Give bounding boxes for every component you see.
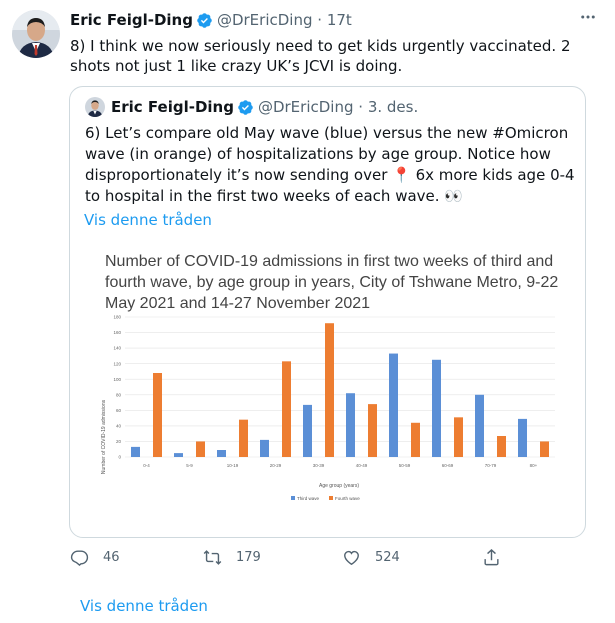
y-tick-label: 140 (113, 346, 121, 351)
thread-link[interactable]: Vis denne tråden (80, 597, 208, 615)
y-tick-label: 60 (116, 408, 122, 413)
bar-third-wave (303, 404, 312, 457)
author-handle[interactable]: @DrEricDing (217, 11, 313, 29)
bar-third-wave (389, 353, 398, 457)
like-button[interactable]: 524 (342, 548, 400, 567)
quoted-thread-link[interactable]: Vis denne tråden (84, 211, 212, 229)
x-tick-label: 5-9 (186, 463, 193, 468)
x-tick-label: 0-4 (143, 463, 150, 468)
tweet-text: 8) I think we now seriously need to get … (70, 37, 571, 75)
separator-dot: · (353, 98, 368, 116)
y-axis-label: Number of COVID-19 admissions (101, 399, 107, 474)
bar-third-wave (174, 453, 183, 457)
legend-swatch (291, 496, 295, 500)
retweet-button[interactable]: 179 (203, 548, 261, 567)
legend-label: Third wave (297, 496, 320, 501)
bar-fourth-wave (153, 373, 162, 457)
action-bar: 46 179 524 (70, 548, 510, 572)
quoted-avatar-image (85, 97, 105, 117)
tweet-header: Eric Feigl-Ding @DrEricDing · 17t (70, 10, 603, 30)
bar-third-wave (518, 418, 527, 457)
reply-icon (70, 550, 89, 566)
pin-icon: 📍 (392, 166, 411, 184)
reply-count: 46 (103, 550, 120, 565)
bar-fourth-wave (196, 441, 205, 457)
y-tick-label: 100 (113, 377, 121, 382)
y-tick-label: 160 (113, 330, 121, 335)
x-tick-label: 20-29 (270, 463, 282, 468)
quoted-author-name: Eric Feigl-Ding (111, 98, 234, 116)
x-tick-label: 70-79 (485, 463, 497, 468)
reply-button[interactable]: 46 (70, 548, 120, 567)
author-name[interactable]: Eric Feigl-Ding (70, 11, 193, 29)
more-icon (581, 15, 595, 19)
y-tick-label: 120 (113, 361, 121, 366)
x-tick-label: 80+ (530, 463, 538, 468)
quoted-tweet-header: Eric Feigl-Ding @DrEricDing · 3. des. (85, 97, 418, 117)
avatar-image (12, 10, 60, 58)
bar-fourth-wave (411, 422, 420, 457)
legend-swatch (329, 496, 333, 500)
bar-fourth-wave (497, 436, 506, 457)
avatar[interactable] (12, 10, 60, 58)
bar-fourth-wave (368, 404, 377, 457)
x-axis-label: Age group (years) (319, 483, 359, 489)
y-tick-label: 180 (113, 315, 121, 320)
x-tick-label: 40-49 (356, 463, 368, 468)
retweet-count: 179 (236, 550, 261, 565)
separator-dot: · (312, 11, 327, 29)
quoted-tweet[interactable]: Eric Feigl-Ding @DrEricDing · 3. des. 6)… (69, 86, 586, 538)
x-tick-label: 10-19 (227, 463, 239, 468)
chart-image: Number of COVID-19 admissions in first t… (85, 239, 571, 527)
quoted-avatar (85, 97, 105, 117)
bar-chart: 0 20 40 60 80 100 120 140 160 180 0-4 5-9 10-19 20-29… (101, 315, 555, 501)
bar-third-wave (432, 359, 441, 457)
heart-icon (344, 550, 359, 566)
y-tick-label: 0 (118, 455, 121, 460)
bar-fourth-wave (540, 441, 549, 457)
x-tick-label: 60-69 (442, 463, 454, 468)
bar-fourth-wave (239, 419, 248, 457)
retweet-icon (203, 550, 222, 565)
tweet-time[interactable]: 17t (327, 11, 352, 29)
y-tick-label: 20 (116, 439, 122, 444)
like-count: 524 (375, 550, 400, 565)
bar-fourth-wave (282, 361, 291, 457)
bar-third-wave (475, 394, 484, 457)
x-tick-label: 30-39 (313, 463, 325, 468)
verified-badge-icon (197, 12, 212, 28)
share-icon (484, 549, 499, 566)
bar-third-wave (260, 439, 269, 457)
bar-fourth-wave (454, 417, 463, 457)
verified-badge-icon (238, 99, 253, 115)
bar-third-wave (346, 393, 355, 457)
bar-fourth-wave (325, 323, 334, 457)
legend-label: Fourth wave (335, 496, 360, 501)
more-options-button[interactable] (579, 8, 597, 31)
quoted-tweet-date: 3. des. (367, 98, 419, 116)
quoted-tweet-text: 6) Let’s compare old May wave (blue) ver… (85, 123, 575, 207)
quoted-author-handle: @DrEricDing (257, 98, 354, 116)
bar-third-wave (217, 450, 226, 457)
y-tick-label: 80 (116, 392, 122, 397)
bar-third-wave (131, 446, 140, 457)
share-button[interactable] (482, 548, 515, 567)
y-tick-label: 40 (116, 423, 122, 428)
x-tick-label: 50-59 (399, 463, 411, 468)
